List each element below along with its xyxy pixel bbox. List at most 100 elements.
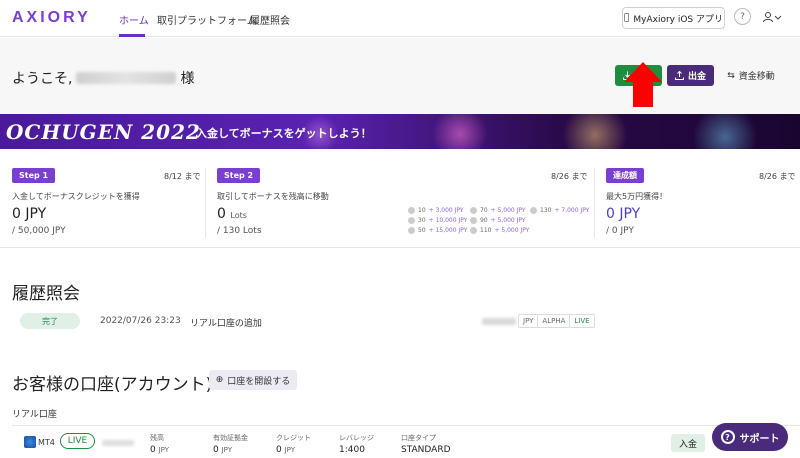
step2-value-unit: Lots [230, 211, 247, 220]
col-value: 0 JPY [213, 445, 248, 455]
firework-decoration [690, 114, 760, 149]
support-button[interactable]: ? サポート [712, 423, 788, 451]
achieved-desc: 最大5万円獲得！ [606, 192, 668, 201]
status-badge: 完了 [20, 313, 80, 329]
col-value: STANDARD [401, 445, 451, 455]
divider [205, 168, 206, 238]
transfer-label: 資金移動 [738, 72, 775, 82]
equity-col: 有効証拠金 0 JPY [213, 433, 248, 455]
col-unit: JPY [221, 446, 233, 454]
step2-goal: / 130 Lots [217, 226, 262, 236]
step1-desc: 入金してボーナスクレジットを獲得 [12, 192, 140, 201]
open-account-button[interactable]: ⊕ 口座を開設する [209, 370, 297, 390]
apple-icon:  [624, 13, 629, 23]
welcome-prefix: ようこそ, [12, 71, 73, 87]
tier-dot-icon [408, 207, 415, 214]
bonus-tier: 10 + 3,000 JPY [408, 207, 464, 214]
nav-home[interactable]: ホーム [119, 12, 149, 27]
col-value: 0 JPY [150, 445, 169, 455]
nav-trading-platform[interactable]: 取引プラットフォーム [157, 12, 257, 27]
firework-decoration [560, 114, 630, 149]
achieved-date: 8/26 まで [759, 172, 796, 181]
tier-dot-icon [530, 207, 537, 214]
platform-badge: MT4 [24, 436, 55, 448]
divider [594, 168, 595, 238]
tier-amount: + 5,000 JPY [490, 217, 526, 224]
welcome-message: ようこそ, 様 [12, 68, 194, 88]
tier-lots: 10 [418, 207, 426, 214]
col-number: 0 [150, 445, 156, 455]
campaign-steps: Step 1 8/12 まで 入金してボーナスクレジットを獲得 0 JPY / … [0, 150, 800, 248]
withdraw-button[interactable]: 出金 [667, 65, 714, 86]
tier-amount: + 15,000 JPY [428, 227, 468, 234]
tag-account-type: ALPHA [537, 315, 569, 327]
live-badge: LIVE [60, 433, 95, 449]
real-accounts-label: リアル口座 [12, 410, 57, 420]
col-unit: JPY [158, 446, 170, 454]
bonus-tier: 90 + 5,000 JPY [470, 217, 526, 224]
step2-value-number: 0 [217, 206, 226, 222]
bonus-tier: 70 + 5,000 JPY [470, 207, 526, 214]
ios-app-button[interactable]:  MyAxiory iOS アプリ [622, 7, 725, 29]
tier-dot-icon [408, 217, 415, 224]
mt4-icon [24, 436, 36, 448]
transfer-button[interactable]: ⇆ 資金移動 [724, 65, 778, 86]
col-unit: JPY [284, 446, 296, 454]
question-icon[interactable]: ? [734, 8, 751, 25]
step2-date: 8/26 まで [551, 172, 588, 181]
tier-lots: 90 [480, 217, 488, 224]
achieved-tag: 達成額 [606, 168, 644, 183]
tier-dot-icon [470, 207, 477, 214]
tier-lots: 30 [418, 217, 426, 224]
leverage-col: レバレッジ 1:400 [339, 433, 374, 455]
step1-goal: / 50,000 JPY [12, 226, 66, 236]
account-row[interactable]: MT4 LIVE 残高 0 JPY 有効証拠金 0 JPY クレジット 0 JP… [12, 425, 800, 458]
achieved-goal: / 0 JPY [606, 226, 634, 236]
open-account-label: 口座を開設する [227, 376, 291, 387]
tier-lots: 50 [418, 227, 426, 234]
col-label: 有効証拠金 [213, 434, 248, 442]
col-label: 残高 [150, 434, 164, 442]
blurred-account-id [102, 440, 134, 446]
chevron-down-icon [774, 15, 782, 20]
nav-history[interactable]: 履歴照会 [250, 12, 290, 27]
step1-date: 8/12 まで [164, 172, 201, 181]
col-label: レバレッジ [339, 434, 374, 442]
step1-tag: Step 1 [12, 168, 56, 183]
col-number: 0 [276, 445, 282, 455]
balance-col: 残高 0 JPY [150, 433, 169, 455]
firework-decoration [430, 114, 490, 149]
welcome-bar: ようこそ, 様 入金 出金 ⇆ 資金移動 [0, 38, 800, 114]
blurred-username [76, 72, 177, 84]
history-title: 履歴照会 [12, 284, 80, 304]
step2-tag: Step 2 [217, 168, 261, 183]
banner-subtitle: 入金してボーナスをゲットしよう！ [196, 127, 372, 140]
annotation-arrow-stem [633, 81, 653, 107]
accounts-title: お客様の口座(アカウント) [12, 375, 213, 395]
history-date: 2022/07/26 23:23 [100, 316, 181, 326]
achieved-value: 0 JPY [606, 206, 641, 222]
history-row[interactable]: 完了 2022/07/26 23:23 リアル口座の追加 JPY ALPHA L… [20, 313, 612, 330]
nav-active-indicator [119, 34, 145, 37]
user-icon [763, 12, 773, 23]
question-icon: ? [720, 430, 735, 444]
tier-amount: + 3,000 JPY [428, 207, 464, 214]
tier-lots: 130 [540, 207, 552, 214]
bonus-tier: 130 + 7,000 JPY [530, 207, 589, 214]
col-label: 口座タイプ [401, 434, 436, 442]
campaign-banner[interactable]: OCHUGEN 2022 入金してボーナスをゲットしよう！ [0, 114, 800, 149]
step2-desc: 取引してボーナスを残高に移動 [217, 192, 329, 201]
logo[interactable]: AXIORY [12, 9, 91, 27]
account-type-col: 口座タイプ STANDARD [401, 433, 451, 455]
bonus-tier: 50 + 15,000 JPY [408, 227, 467, 234]
account-deposit-button[interactable]: 入金 [671, 434, 705, 452]
tier-amount: + 10,000 JPY [428, 217, 468, 224]
tier-dot-icon [470, 217, 477, 224]
top-nav: AXIORY ホーム 取引プラットフォーム 履歴照会  MyAxiory iO… [0, 0, 800, 37]
tag-live: LIVE [569, 315, 593, 327]
user-menu-button[interactable] [762, 9, 784, 25]
tier-amount: + 5,000 JPY [490, 207, 526, 214]
blurred-account-number [482, 318, 516, 325]
support-label: サポート [739, 433, 780, 445]
platform-label: MT4 [38, 437, 55, 447]
